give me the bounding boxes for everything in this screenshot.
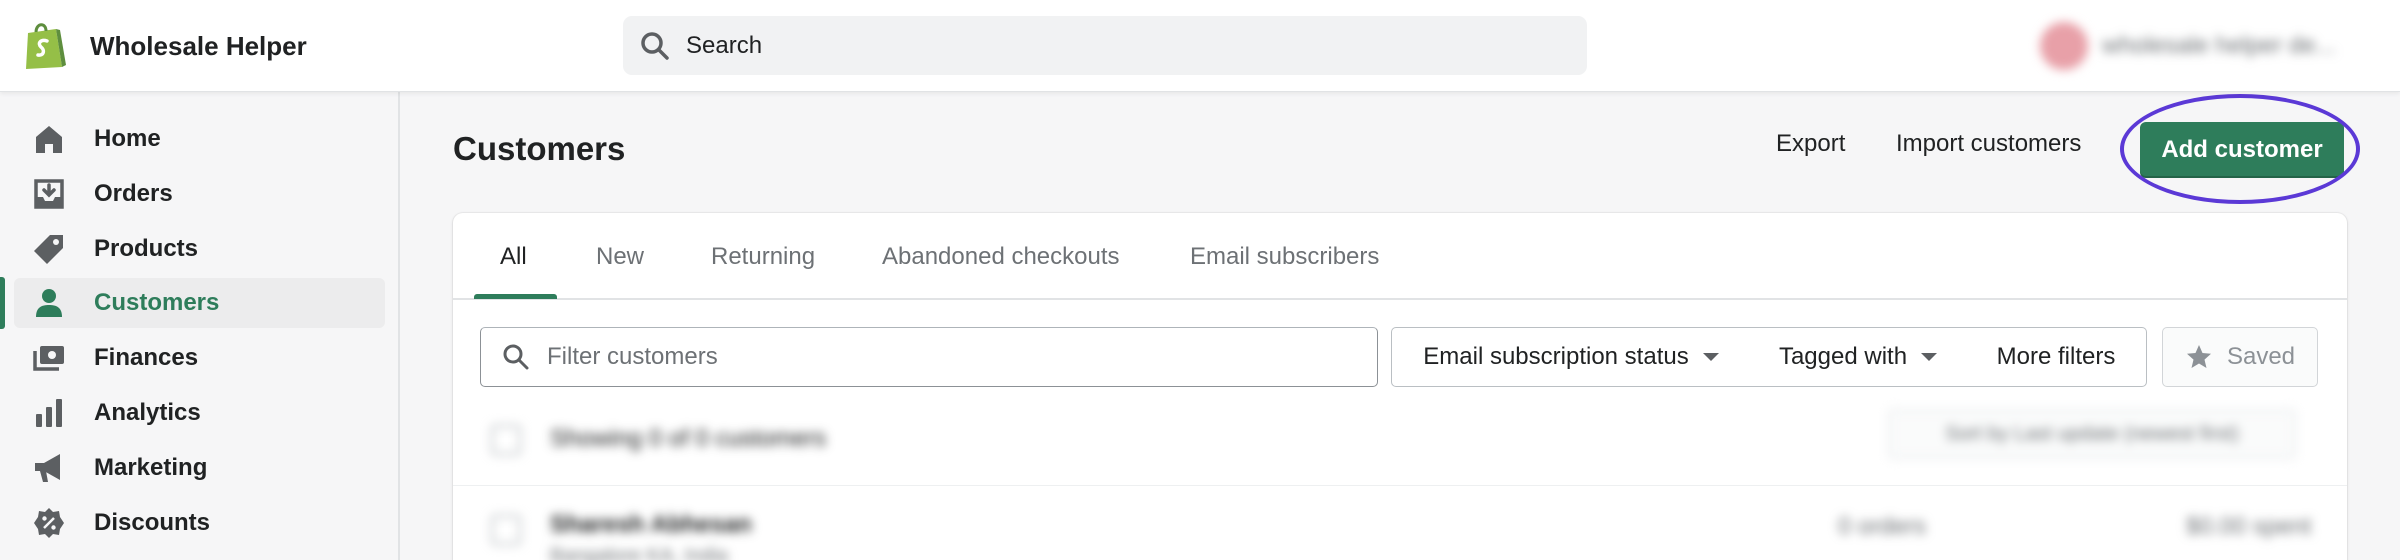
sidebar-item-finances[interactable]: Finances <box>14 333 385 383</box>
sidebar-item-products[interactable]: Products <box>14 224 385 274</box>
saved-label: Saved <box>2226 343 2296 370</box>
tab-email-subscribers[interactable]: Email subscribers <box>1190 213 1379 300</box>
customer-location: Bangalore KA, India <box>550 545 728 560</box>
sidebar-item-home[interactable]: Home <box>14 114 385 164</box>
filter-label: Email subscription status <box>1423 343 1689 370</box>
caret-down-icon <box>1702 353 1719 361</box>
row-divider <box>453 485 2347 486</box>
import-customers-button[interactable]: Import customers <box>1896 130 2081 158</box>
active-indicator <box>0 277 5 329</box>
search-placeholder: Search <box>686 31 763 59</box>
tab-new[interactable]: New <box>596 213 644 300</box>
sidebar-item-label: Discounts <box>94 509 211 536</box>
sidebar-item-label: Orders <box>94 180 173 207</box>
select-all-checkbox[interactable] <box>491 425 521 455</box>
avatar <box>2040 22 2088 70</box>
sidebar-item-orders[interactable]: Orders <box>14 169 385 219</box>
filter-customers-input[interactable]: Filter customers <box>480 327 1378 387</box>
app-name: Wholesale Helper <box>90 30 307 61</box>
sidebar-item-label: Marketing <box>94 454 208 481</box>
analytics-icon <box>36 399 62 427</box>
saved-button[interactable]: Saved <box>2162 327 2318 387</box>
tab-bar: All New Returning Abandoned checkouts Em… <box>453 213 2347 300</box>
sidebar-item-label: Analytics <box>94 399 201 426</box>
sidebar: Home Orders Products Customers Finances <box>0 92 400 560</box>
top-bar: Wholesale Helper Search wholesale helper… <box>0 0 2400 92</box>
email-subscription-status-filter[interactable]: Email subscription status <box>1391 327 1751 387</box>
sidebar-item-analytics[interactable]: Analytics <box>14 388 385 438</box>
brand[interactable]: Wholesale Helper <box>22 18 307 74</box>
sidebar-item-customers[interactable]: Customers <box>14 278 385 328</box>
finances-icon <box>33 346 64 371</box>
page-title: Customers <box>453 130 626 167</box>
shopify-bag-icon <box>26 23 66 69</box>
tagged-with-filter[interactable]: Tagged with <box>1750 327 1967 387</box>
sidebar-item-discounts[interactable]: Discounts <box>14 498 385 548</box>
sidebar-item-label: Home <box>94 125 161 152</box>
customer-spent: $0.00 spent <box>2186 513 2312 540</box>
discount-icon <box>34 508 64 538</box>
add-customer-button[interactable]: Add customer <box>2140 122 2344 178</box>
account-name: wholesale helper de... <box>2102 32 2336 59</box>
filter-placeholder: Filter customers <box>547 343 718 370</box>
tab-all[interactable]: All <box>500 213 527 300</box>
home-icon <box>36 126 62 153</box>
global-search[interactable]: Search <box>623 16 1587 75</box>
sidebar-item-label: Customers <box>94 289 220 316</box>
sidebar-item-label: Finances <box>94 344 199 371</box>
search-icon <box>641 31 669 60</box>
caret-down-icon <box>1921 353 1938 361</box>
filter-label: Tagged with <box>1778 343 1908 370</box>
export-button[interactable]: Export <box>1776 130 1845 158</box>
tag-icon <box>34 235 63 264</box>
person-icon <box>36 289 62 317</box>
filter-label: More filters <box>1996 343 2116 370</box>
sidebar-item-label: Products <box>94 235 199 262</box>
sort-dropdown[interactable]: Sort by Last update (newest first) <box>1888 409 2296 459</box>
active-tab-indicator <box>474 294 557 299</box>
star-icon <box>2186 345 2211 368</box>
customer-name[interactable]: Sharesh Abhesan <box>550 511 752 539</box>
customers-card: All New Returning Abandoned checkouts Em… <box>453 213 2347 560</box>
search-icon <box>503 344 529 370</box>
tab-returning[interactable]: Returning <box>711 213 815 300</box>
tab-abandoned-checkouts[interactable]: Abandoned checkouts <box>882 213 1120 300</box>
showing-count: Showing 0 of 0 customers <box>550 425 827 452</box>
sidebar-item-marketing[interactable]: Marketing <box>14 443 385 493</box>
megaphone-icon <box>35 454 60 482</box>
orders-icon <box>34 179 64 209</box>
row-checkbox[interactable] <box>491 515 521 545</box>
account-menu[interactable]: wholesale helper de... <box>2040 16 2335 76</box>
customer-orders: 0 orders <box>1838 513 1927 540</box>
more-filters-button[interactable]: More filters <box>1966 327 2147 387</box>
